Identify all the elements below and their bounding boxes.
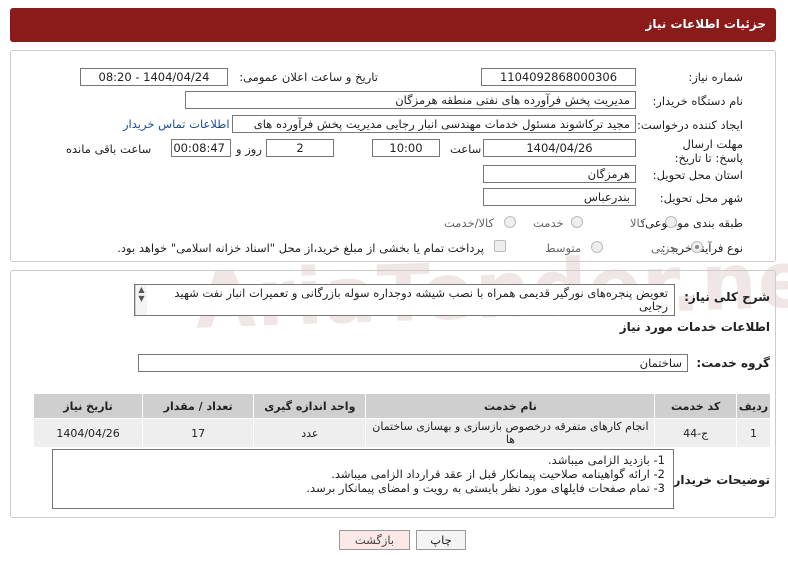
buyer-notes-label: توضیحات خریدار: (668, 473, 770, 487)
category-radio-service[interactable] (571, 216, 583, 228)
days-label: روز و (236, 142, 262, 156)
process-radio-medium[interactable] (591, 241, 603, 253)
cell-service-code: ج-44 (654, 418, 737, 448)
service-group-label: گروه خدمت: (696, 356, 770, 370)
process-option-medium: متوسط (545, 241, 582, 255)
creator-label: ایجاد کننده درخواست: (637, 118, 743, 132)
scroll-up-icon[interactable]: ▲ (136, 285, 147, 294)
deadline-time-field[interactable]: 10:00 (372, 139, 440, 157)
page-title: جزئیات اطلاعات نیاز (645, 17, 766, 31)
cell-unit: عدد (253, 418, 367, 448)
deadline-date-field[interactable]: 1404/04/26 (483, 139, 636, 157)
buyer-org-label: نام دستگاه خریدار: (652, 94, 743, 108)
col-header-row-number: ردیف (735, 393, 772, 419)
days-field[interactable]: 2 (266, 139, 334, 157)
category-option-service: خدمت (533, 216, 564, 230)
service-group-field[interactable]: ساختمان (138, 354, 688, 372)
deadline-label: مهلت ارسال پاسخ: تا تاریخ: (674, 137, 743, 165)
buyer-notes-field[interactable]: 1- بازدید الزامی میباشد. 2- ارائه گواهین… (52, 449, 674, 509)
table-row: 1 ج-44 انجام کارهای متفرقه درخصوص بازساز… (32, 418, 772, 448)
cell-row-number: 1 (735, 418, 772, 448)
city-label: شهر محل تحویل: (659, 191, 743, 205)
need-number-label: شماره نیاز: (688, 70, 743, 84)
remaining-label: ساعت باقی مانده (66, 142, 152, 156)
col-header-service-name: نام خدمت (365, 393, 656, 419)
scroll-down-icon[interactable]: ▼ (136, 294, 147, 303)
general-desc-text: تعویض پنجره‌های نورگیر قدیمی همراه با نص… (174, 286, 668, 313)
city-field[interactable]: بندرعباس (483, 188, 636, 206)
category-option-goods: کالا (630, 216, 646, 230)
cell-service-name: انجام کارهای متفرقه درخصوص بازسازی و بهس… (365, 418, 656, 448)
process-option-minor: جزیی (651, 241, 678, 255)
time-label: ساعت (450, 142, 482, 156)
province-label: استان محل تحویل: (652, 168, 743, 182)
category-label: طبقه بندی موضوعی: (641, 216, 743, 230)
col-header-need-date: تاریخ نیاز (32, 393, 144, 419)
category-radio-goods[interactable] (665, 216, 677, 228)
cell-need-date: 1404/04/26 (32, 418, 144, 448)
note-line-2: 2- ارائه گواهینامه صلاحیت پیمانکار قبل ا… (331, 467, 665, 481)
page-header: جزئیات اطلاعات نیاز (10, 8, 776, 42)
col-header-quantity: تعداد / مقدار (142, 393, 255, 419)
process-radio-minor[interactable] (691, 241, 703, 253)
note-line-1: 1- بازدید الزامی میباشد. (548, 453, 665, 467)
province-field[interactable]: هرمزگان (483, 165, 636, 183)
announce-field[interactable]: 1404/04/24 - 08:20 (80, 68, 228, 86)
table-header-row: ردیف کد خدمت نام خدمت واحد اندازه گیری ت… (32, 393, 772, 419)
announce-label: تاریخ و ساعت اعلان عمومی: (239, 70, 378, 84)
creator-field[interactable]: مجید ترکاشوند مسئول خدمات مهندسی انبار ر… (232, 115, 636, 133)
general-desc-label: شرح کلی نیاز: (684, 290, 770, 304)
col-header-service-code: کد خدمت (654, 393, 737, 419)
buyer-contact-link[interactable]: اطلاعات تماس خریدار (123, 117, 230, 131)
desc-scrollbar[interactable]: ▲ ▼ (135, 285, 147, 315)
need-number-field[interactable]: 1104092868000306 (481, 68, 636, 86)
back-button[interactable]: بازگشت (339, 530, 410, 550)
services-table: ردیف کد خدمت نام خدمت واحد اندازه گیری ت… (32, 393, 772, 448)
category-radio-goods-service[interactable] (504, 216, 516, 228)
cell-quantity: 17 (142, 418, 255, 448)
services-title: اطلاعات خدمات مورد نیاز (619, 320, 770, 334)
print-button[interactable]: چاپ (416, 530, 466, 550)
buyer-org-field[interactable]: مدیریت پخش فرآورده های نفتی منطقه هرمزگا… (185, 91, 636, 109)
treasury-payment-checkbox[interactable] (494, 240, 506, 252)
remaining-time-field[interactable]: 00:08:47 (171, 139, 231, 157)
note-line-3: 3- تمام صفحات فایلهای مورد نظر بایستی به… (306, 481, 665, 495)
treasury-payment-note: پرداخت تمام یا بخشی از مبلغ خرید،از محل … (117, 241, 484, 255)
col-header-unit: واحد اندازه گیری (253, 393, 367, 419)
category-option-goods-service: کالا/خدمت (444, 216, 495, 230)
general-desc-field[interactable]: تعویض پنجره‌های نورگیر قدیمی همراه با نص… (134, 284, 675, 316)
